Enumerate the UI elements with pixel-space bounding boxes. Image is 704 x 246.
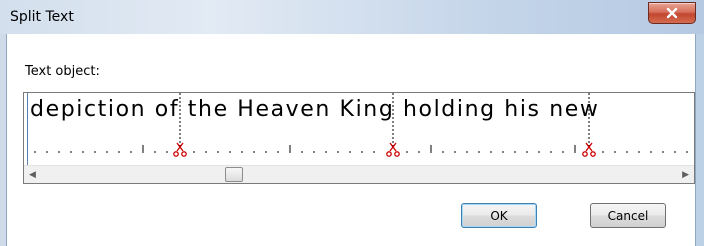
split-marker-2[interactable] [386,93,400,157]
split-text-dialog: Split Text Text object: depiction of the… [0,0,704,246]
cancel-button[interactable]: Cancel [590,203,666,228]
text-object-preview[interactable]: depiction of the Heaven King holding his… [23,92,695,184]
split-marker-1[interactable] [173,93,187,157]
split-ruler[interactable] [24,93,695,163]
scroll-right-icon[interactable]: ▶ [682,170,689,180]
close-button[interactable] [648,2,696,24]
scrollbar-thumb[interactable] [225,167,243,182]
scissors-icon [173,142,187,157]
horizontal-scrollbar[interactable]: ◀ ▶ [24,165,694,183]
title-bar[interactable]: Split Text [0,0,704,34]
split-marker-3[interactable] [582,93,596,157]
scroll-left-icon[interactable]: ◀ [29,170,36,180]
close-icon [666,7,678,19]
text-object-label: Text object: [25,64,100,79]
ok-button[interactable]: OK [461,203,537,228]
scissors-icon [582,142,596,157]
dialog-body: Text object: depiction of the Heaven Kin… [6,34,696,246]
window-title: Split Text [10,9,74,25]
scissors-icon [386,142,400,157]
